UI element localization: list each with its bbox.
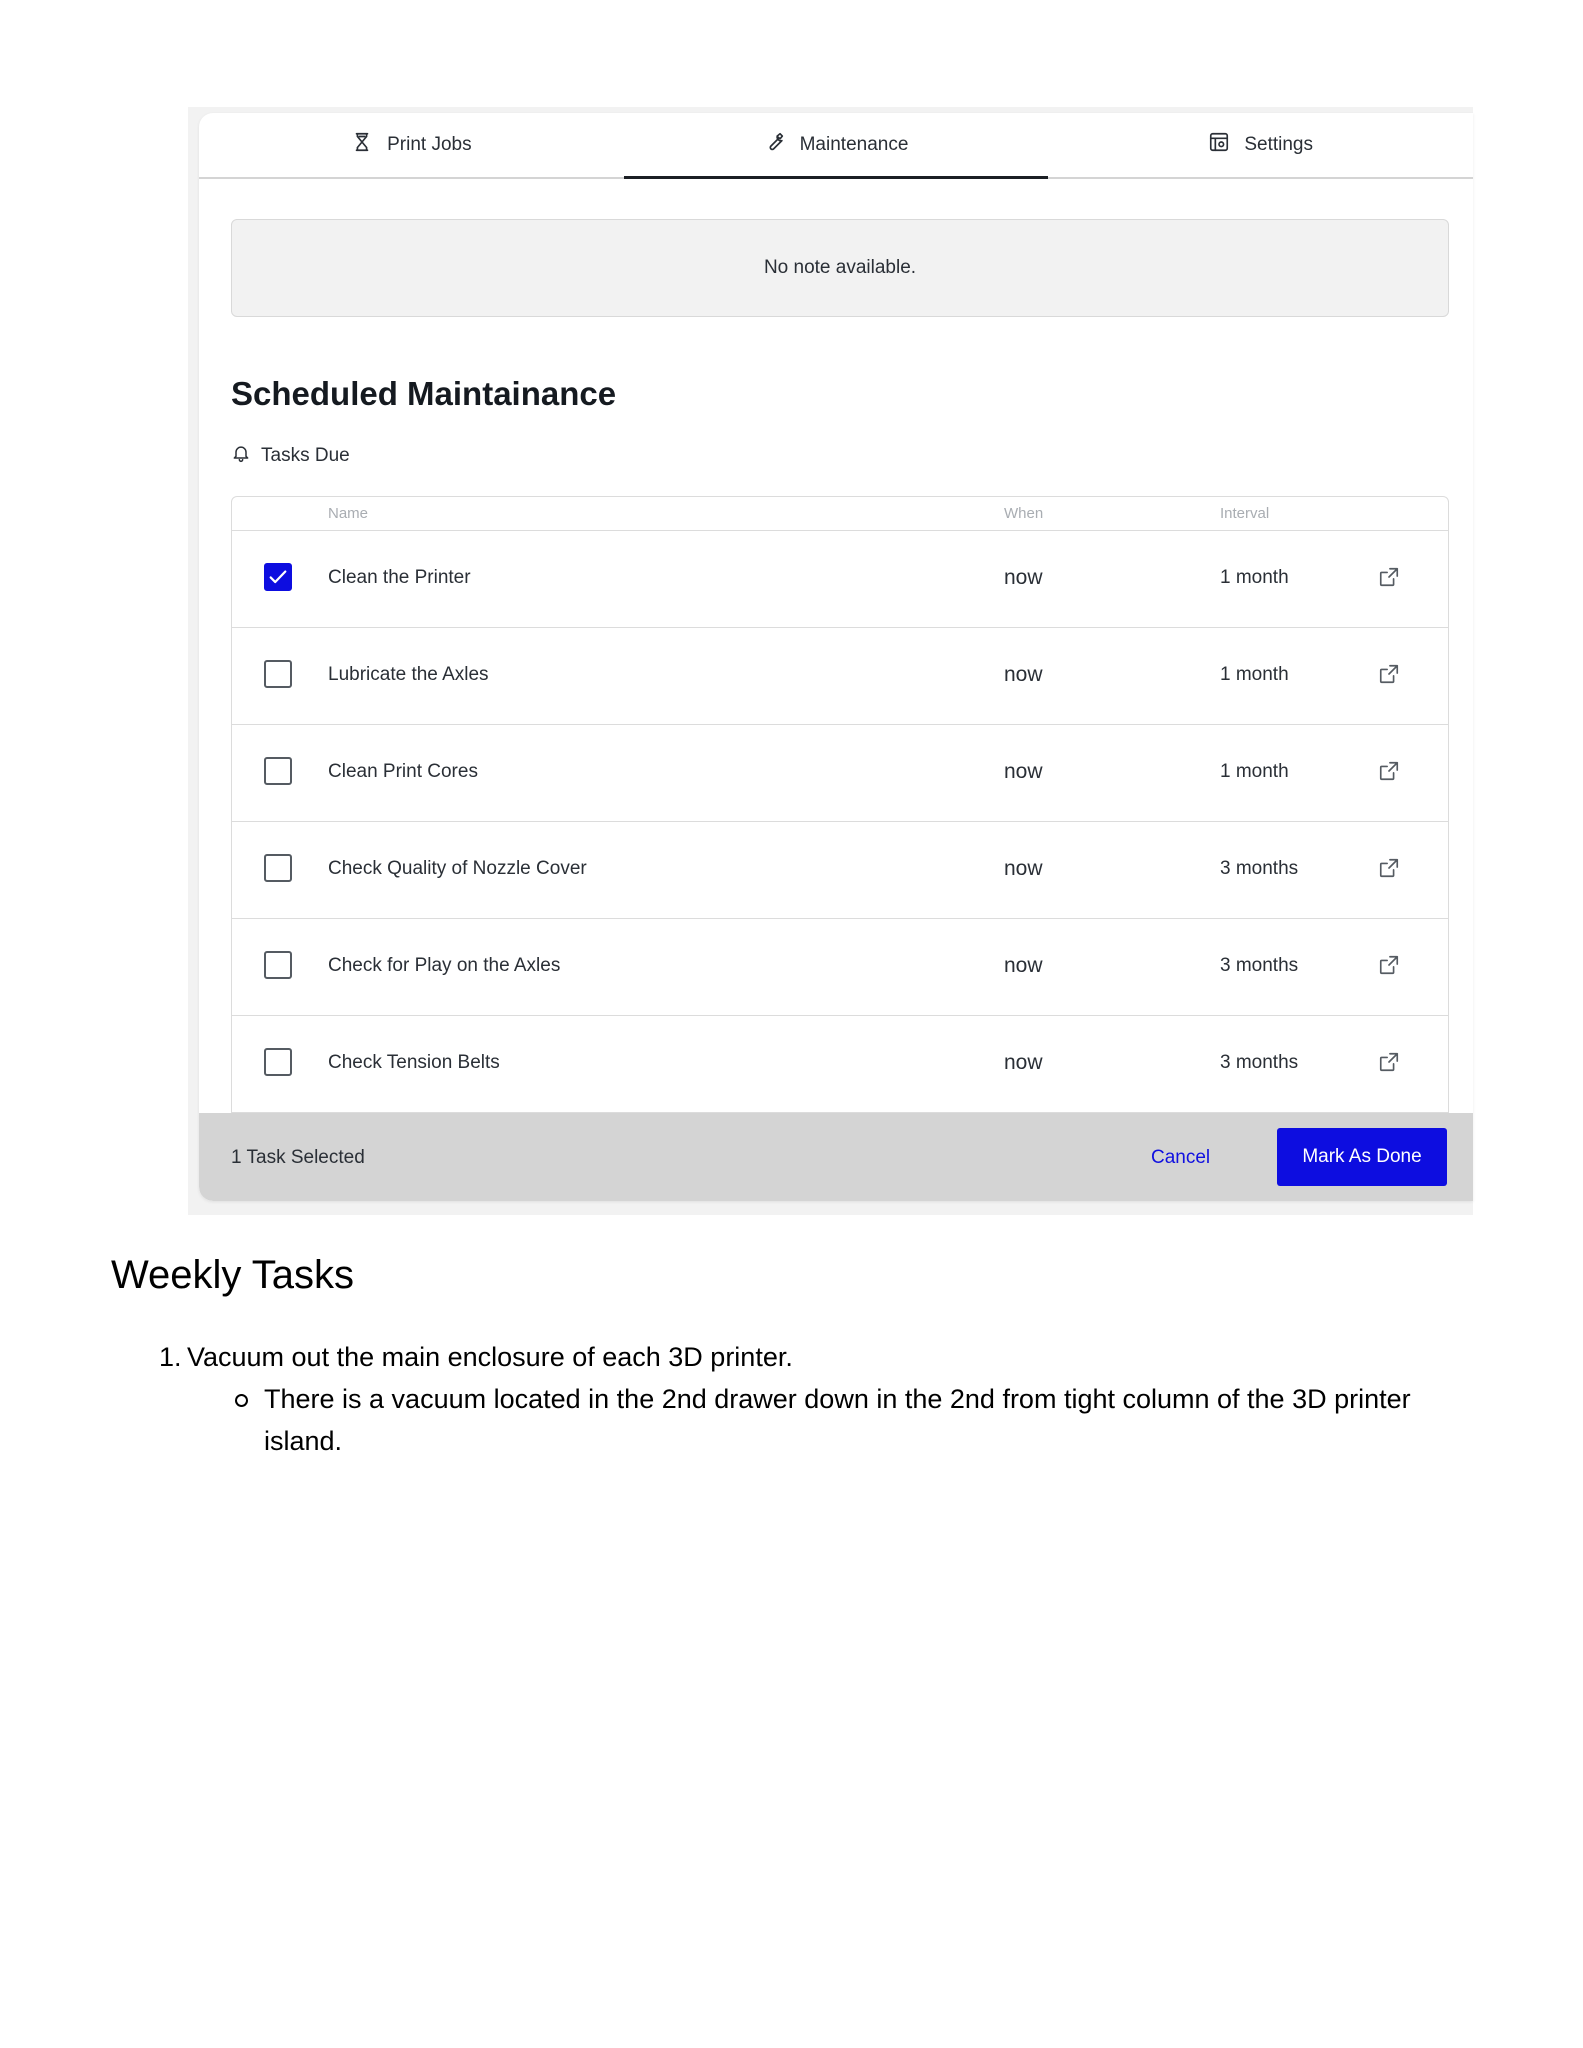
tab-settings[interactable]: Settings <box>1048 113 1473 177</box>
numbered-list: 1. Vacuum out the main enclosure of each… <box>111 1336 1461 1462</box>
section-title: Scheduled Maintainance <box>231 375 617 412</box>
task-when: now <box>1004 954 1043 977</box>
tab-label: Maintenance <box>799 134 909 155</box>
table-row: Lubricate the Axles now 1 month <box>232 628 1448 725</box>
task-name: Lubricate the Axles <box>328 664 489 685</box>
external-link-icon[interactable] <box>1378 1051 1400 1073</box>
task-interval: 3 months <box>1220 1052 1299 1073</box>
task-interval: 3 months <box>1220 858 1299 879</box>
check-icon <box>269 570 287 584</box>
external-link-icon[interactable] <box>1378 760 1400 782</box>
task-when: now <box>1004 566 1043 589</box>
row-checkbox[interactable] <box>264 660 292 688</box>
sub-list-item-text: There is a vacuum located in the 2nd dra… <box>264 1384 1411 1456</box>
task-name: Check Tension Belts <box>328 1052 500 1073</box>
tab-bar: Print Jobs Maintenance Settings <box>199 113 1473 179</box>
task-name: Clean the Printer <box>328 567 471 588</box>
table-row: Check for Play on the Axles now 3 months <box>232 919 1448 1016</box>
doc-heading: Weekly Tasks <box>111 1253 355 1297</box>
selected-count: 1 Task Selected <box>231 1147 365 1168</box>
task-name: Clean Print Cores <box>328 761 478 782</box>
cancel-button[interactable]: Cancel <box>1151 1147 1210 1169</box>
note-text: No note available. <box>763 257 917 278</box>
bell-icon <box>231 443 251 469</box>
embedded-screenshot: Print Jobs Maintenance Settings No note … <box>188 107 1473 1215</box>
sub-list-item: There is a vacuum located in the 2nd dra… <box>111 1378 1461 1462</box>
settings-panel-icon <box>1208 131 1230 159</box>
tasks-due-label: Tasks Due <box>231 443 350 469</box>
table-row: Check Tension Belts now 3 months <box>232 1016 1448 1113</box>
table-row: Clean Print Cores now 1 month <box>232 725 1448 822</box>
tasks-due-text: Tasks Due <box>261 445 350 466</box>
row-checkbox[interactable] <box>264 563 292 591</box>
header-when: When <box>1004 505 1044 522</box>
row-checkbox[interactable] <box>264 951 292 979</box>
task-name: Check for Play on the Axles <box>328 955 561 976</box>
list-number: 1. <box>159 1342 182 1372</box>
external-link-icon[interactable] <box>1378 663 1400 685</box>
tab-label: Print Jobs <box>387 134 472 155</box>
tasks-table: Name When Interval Clean the Printer now… <box>231 496 1449 1118</box>
external-link-icon[interactable] <box>1378 857 1400 879</box>
list-item: 1. Vacuum out the main enclosure of each… <box>111 1336 1461 1378</box>
maintenance-panel: Print Jobs Maintenance Settings No note … <box>199 113 1473 1201</box>
task-when: now <box>1004 663 1043 686</box>
table-row: Clean the Printer now 1 month <box>232 531 1448 628</box>
table-header: Name When Interval <box>232 497 1448 531</box>
note-box: No note available. <box>231 219 1449 317</box>
wrench-icon <box>764 131 786 159</box>
hollow-bullet-icon <box>235 1394 248 1407</box>
task-when: now <box>1004 1051 1043 1074</box>
task-interval: 1 month <box>1220 567 1289 588</box>
table-row: Check Quality of Nozzle Cover now 3 mont… <box>232 822 1448 919</box>
selection-action-bar: 1 Task Selected Cancel Mark As Done <box>199 1113 1473 1201</box>
tab-label: Settings <box>1244 134 1313 155</box>
header-interval: Interval <box>1220 505 1270 522</box>
task-interval: 1 month <box>1220 761 1289 782</box>
task-when: now <box>1004 857 1043 880</box>
row-checkbox[interactable] <box>264 1048 292 1076</box>
external-link-icon[interactable] <box>1378 954 1400 976</box>
row-checkbox[interactable] <box>264 854 292 882</box>
mark-as-done-button[interactable]: Mark As Done <box>1277 1128 1447 1186</box>
tab-maintenance[interactable]: Maintenance <box>623 113 1049 179</box>
row-checkbox[interactable] <box>264 757 292 785</box>
task-name: Check Quality of Nozzle Cover <box>328 858 587 879</box>
tab-print-jobs[interactable]: Print Jobs <box>199 113 624 177</box>
external-link-icon[interactable] <box>1378 566 1400 588</box>
task-interval: 3 months <box>1220 955 1299 976</box>
list-item-text: Vacuum out the main enclosure of each 3D… <box>187 1342 793 1372</box>
task-when: now <box>1004 760 1043 783</box>
header-name: Name <box>328 505 369 522</box>
task-interval: 1 month <box>1220 664 1289 685</box>
hourglass-icon <box>351 131 373 159</box>
